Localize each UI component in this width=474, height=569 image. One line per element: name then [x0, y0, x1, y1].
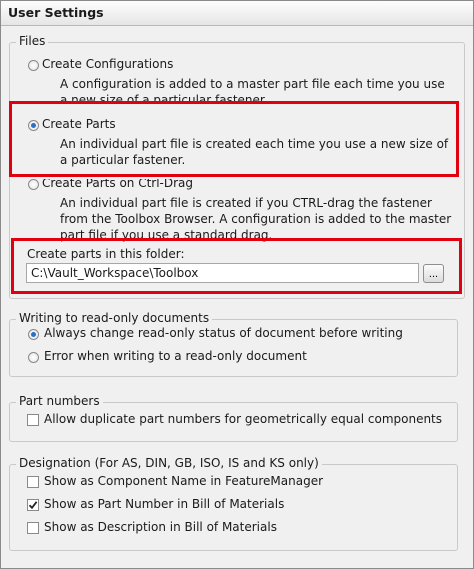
create-parts-highlight-box: [9, 101, 459, 177]
show-part-number-bom-label[interactable]: Show as Part Number in Bill of Materials: [44, 497, 284, 511]
create-parts-ctrl-drag-radio[interactable]: [28, 179, 39, 190]
create-parts-ctrl-drag-description: An individual part file is created if yo…: [60, 196, 452, 242]
panel-title: User Settings: [8, 5, 104, 20]
create-configurations-description: A configuration is added to a master par…: [60, 77, 445, 102]
checkmark-icon: [28, 501, 38, 510]
part-numbers-group-legend: Part numbers: [16, 394, 103, 408]
error-readonly-label[interactable]: Error when writing to a read-only docume…: [44, 349, 307, 363]
panel-title-bar: User Settings: [1, 1, 473, 26]
always-change-readonly-radio[interactable]: [28, 329, 39, 340]
show-description-bom-checkbox[interactable]: [27, 522, 39, 534]
create-configurations-label[interactable]: Create Configurations: [42, 57, 173, 71]
show-component-name-checkbox[interactable]: [27, 476, 39, 488]
create-parts-ctrl-drag-label[interactable]: Create Parts on Ctrl-Drag: [42, 179, 193, 190]
user-settings-panel: User Settings Files Create Configuration…: [0, 0, 474, 569]
allow-duplicate-part-numbers-label[interactable]: Allow duplicate part numbers for geometr…: [44, 412, 442, 426]
show-part-number-bom-checkbox[interactable]: [27, 499, 39, 511]
always-change-readonly-label[interactable]: Always change read-only status of docume…: [44, 326, 403, 340]
create-configurations-radio[interactable]: [28, 60, 39, 71]
show-component-name-label[interactable]: Show as Component Name in FeatureManager: [44, 474, 323, 488]
allow-duplicate-part-numbers-checkbox[interactable]: [27, 414, 39, 426]
ctrl-drag-option-clip: Create Parts on Ctrl-Drag: [21, 179, 461, 192]
files-group-legend: Files: [16, 34, 49, 48]
show-description-bom-label[interactable]: Show as Description in Bill of Materials: [44, 520, 277, 534]
error-readonly-radio[interactable]: [28, 352, 39, 363]
folder-highlight-box: [11, 238, 462, 294]
readonly-group-legend: Writing to read-only documents: [16, 311, 213, 325]
designation-group-legend: Designation (For AS, DIN, GB, ISO, IS an…: [16, 456, 322, 470]
